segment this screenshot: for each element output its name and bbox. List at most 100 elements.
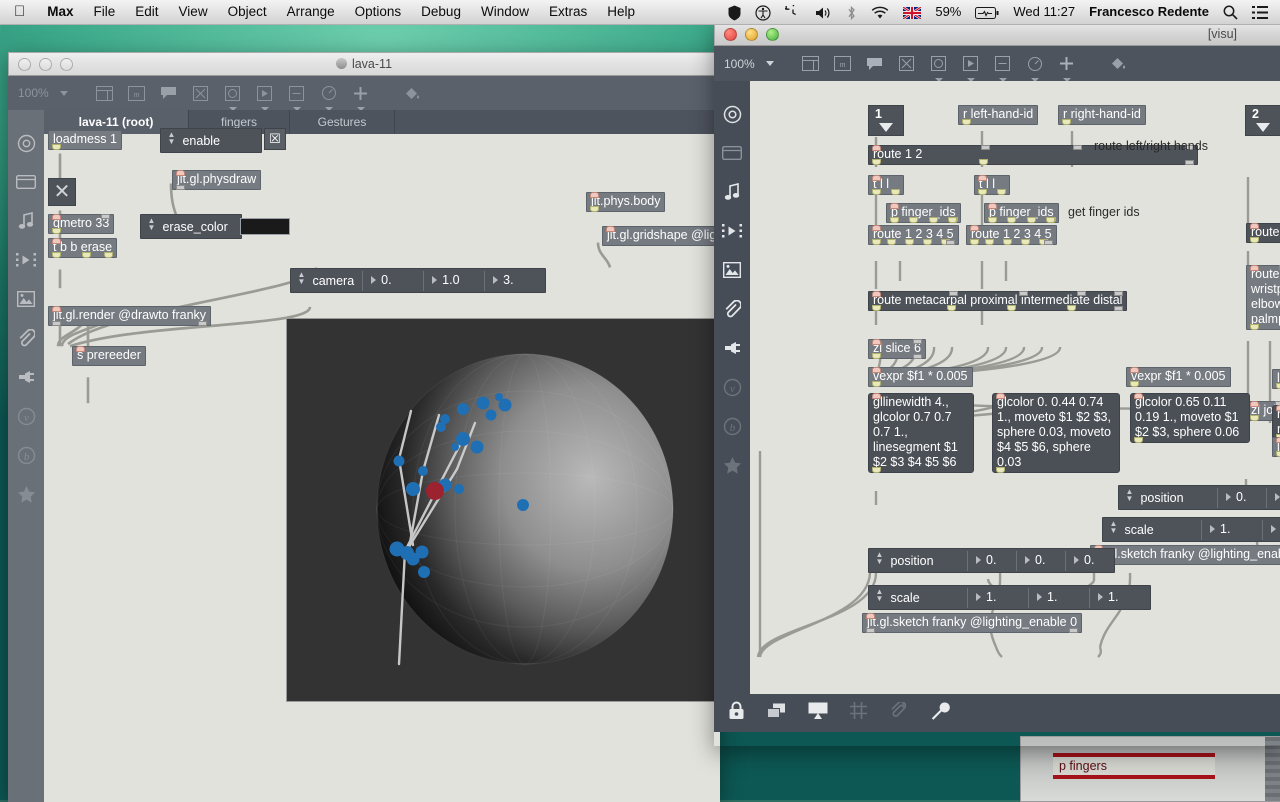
macos-menubar[interactable]:  Max File Edit View Object Arrange Opti…	[0, 0, 1280, 25]
spinner-icon[interactable]: ▲ ▼	[875, 551, 884, 566]
object-r-right-hand-id[interactable]: r right-hand-id	[1058, 105, 1146, 125]
bluetooth-icon[interactable]	[839, 0, 864, 24]
comment-icon[interactable]	[154, 80, 184, 106]
video-icon[interactable]	[8, 241, 44, 279]
close-button[interactable]	[18, 57, 31, 71]
left-window-traffic-lights[interactable]	[18, 57, 73, 71]
color-swatch[interactable]	[240, 218, 290, 235]
visu-patcher-canvas[interactable]: 1 2 r left-hand-id r right-hand-id route…	[750, 81, 1280, 694]
object-zl-slice[interactable]: zl slice 6	[868, 339, 926, 359]
attrui-enable[interactable]: ▲ ▼ enable	[160, 128, 262, 153]
image-icon[interactable]	[714, 251, 750, 289]
position-a-x[interactable]: 0.	[1217, 487, 1266, 508]
object-jit-phys-body[interactable]: jit.phys.body	[586, 192, 666, 212]
number-box-1[interactable]: 1	[868, 105, 904, 136]
add-object-icon[interactable]	[346, 80, 376, 111]
presentation-icon[interactable]	[808, 702, 828, 724]
delete-icon[interactable]	[892, 51, 922, 77]
camera-value-x[interactable]: 0.	[362, 270, 423, 291]
menu-window[interactable]: Window	[471, 0, 539, 24]
object-route-joints[interactable]: route metacarpal proximal intermediate d…	[868, 291, 1128, 311]
patcher-tabs[interactable]: lava-11 (root) fingers Gestures	[44, 110, 720, 134]
object-p-finger-ids-b[interactable]: p finger_ids	[984, 203, 1059, 223]
keyboard-icon[interactable]	[714, 134, 750, 172]
menu-debug[interactable]: Debug	[411, 0, 471, 24]
object-route-positions[interactable]: route wristposition elbowposition palmpo…	[1246, 265, 1280, 330]
spinner-icon[interactable]: ▲ ▼	[147, 217, 156, 232]
menubar-username[interactable]: Francesco Redente	[1082, 0, 1216, 24]
lava-11-patcher-window[interactable]: lava-11 100% m v b lava-11 (root) finger…	[8, 52, 720, 802]
right-zoom-level[interactable]: 100%	[724, 57, 755, 71]
visu-patcher-window[interactable]: [visu] 100% m v b 1 2 r left-hand-id r r…	[714, 22, 1280, 746]
ui-objects-icon[interactable]	[218, 80, 248, 111]
object-jit-gl-sketch-b[interactable]: jit.gl.sketch franky @lighting_enable 0	[862, 613, 1083, 633]
scale-a-x[interactable]: 1.	[1201, 519, 1262, 540]
paint-bucket-icon[interactable]	[398, 80, 428, 106]
jitter-objects-icon[interactable]	[282, 80, 312, 111]
object-r-left-hand-id[interactable]: r left-hand-id	[958, 105, 1039, 125]
menu-help[interactable]: Help	[597, 0, 645, 24]
accessibility-icon[interactable]	[748, 0, 778, 24]
toggle-object[interactable]: ✕	[48, 178, 76, 206]
attrui-position-a[interactable]: ▲▼ position 0. 0. 0.	[1118, 485, 1280, 510]
star-icon[interactable]	[714, 446, 750, 484]
record-icon[interactable]	[8, 124, 44, 162]
paperclip-icon[interactable]	[714, 290, 750, 328]
snap-icon[interactable]	[889, 700, 909, 725]
scale-a-y[interactable]: 1.	[1262, 519, 1280, 540]
keyboard-icon[interactable]	[8, 163, 44, 201]
gauge-icon[interactable]	[1020, 51, 1050, 82]
camera-value-z[interactable]: 3.	[484, 270, 545, 291]
menu-max[interactable]: Max	[37, 0, 83, 24]
attrui-scale-a[interactable]: ▲▼ scale 1. 1.	[1102, 517, 1280, 542]
object-route-1-2-b[interactable]: route 1 2	[1246, 223, 1280, 243]
opengl-render-window[interactable]	[286, 318, 718, 702]
visu-bottom-toolbar[interactable]	[714, 694, 1280, 732]
minimize-button[interactable]	[39, 57, 52, 71]
object-jit-gl-sketch-a[interactable]: jit.gl.sketch franky @lighting_enable 1 …	[1090, 545, 1280, 565]
object-vexpr-b[interactable]: vexpr $f1 * 0.005	[1126, 367, 1231, 387]
menu-arrange[interactable]: Arrange	[277, 0, 345, 24]
add-object-icon[interactable]	[1052, 51, 1082, 82]
media-objects-icon[interactable]	[956, 51, 986, 82]
camera-value-y[interactable]: 1.0	[423, 270, 484, 291]
music-note-icon[interactable]	[8, 202, 44, 240]
object-route-12345-b[interactable]: route 1 2 3 4 5	[966, 225, 1057, 245]
plug-icon[interactable]	[8, 358, 44, 396]
tab-gestures[interactable]: Gestures	[290, 110, 395, 134]
zoom-button[interactable]	[766, 27, 779, 41]
wifi-icon[interactable]	[864, 0, 896, 24]
chevron-down-icon[interactable]	[765, 61, 774, 66]
left-window-toolbar[interactable]: 100% m	[8, 76, 720, 111]
message-joint-spheres[interactable]: glcolor 0. 0.44 0.74 1., moveto $1 $2 $3…	[992, 393, 1120, 473]
position-a-y[interactable]: 0.	[1266, 487, 1280, 508]
scale-b-z[interactable]: 1.	[1089, 587, 1150, 608]
menu-options[interactable]: Options	[345, 0, 412, 24]
object-send-prereeder[interactable]: s prereeder	[72, 346, 146, 366]
layers-icon[interactable]	[767, 703, 786, 724]
attrui-position-b[interactable]: ▲ ▼ position 0. 0. 0.	[868, 548, 1115, 573]
message-linesegment[interactable]: gllinewidth 4., glcolor 0.7 0.7 0.7 1., …	[868, 393, 974, 473]
gauge-icon[interactable]	[314, 80, 344, 111]
object-qmetro[interactable]: qmetro 33	[48, 214, 115, 234]
spinner-icon[interactable]: ▲ ▼	[167, 131, 176, 146]
left-window-sidebar[interactable]: v b	[8, 110, 44, 802]
message-reset[interactable]: reset, r	[1272, 405, 1280, 440]
menu-file[interactable]: File	[84, 0, 126, 24]
object-jit-gl-handle[interactable]: jit.gl.han	[1272, 437, 1280, 457]
object-palette-icon[interactable]: m	[828, 51, 858, 77]
shield-icon[interactable]	[721, 0, 748, 24]
image-icon[interactable]	[8, 280, 44, 318]
grid-icon[interactable]	[850, 702, 867, 724]
music-note-icon[interactable]	[714, 173, 750, 211]
object-jit-gl-gridshape[interactable]: jit.gl.gridshape @lig	[602, 226, 720, 246]
object-trigger[interactable]: t b b erase	[48, 238, 118, 258]
position-b-z[interactable]: 0.	[1065, 550, 1114, 571]
vizzie-icon[interactable]: v	[714, 368, 750, 406]
star-icon[interactable]	[8, 475, 44, 513]
left-window-titlebar[interactable]: lava-11	[8, 52, 720, 76]
close-button[interactable]	[724, 27, 737, 41]
menu-view[interactable]: View	[169, 0, 218, 24]
position-b-x[interactable]: 0.	[967, 550, 1016, 571]
record-icon[interactable]	[714, 95, 750, 133]
